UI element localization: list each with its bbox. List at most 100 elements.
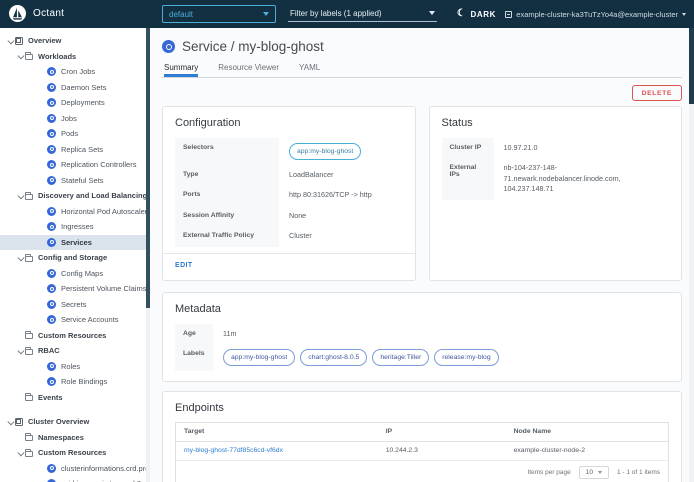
sidebar-item-jobs[interactable]: Jobs [0,111,150,127]
label-tag[interactable]: chart:ghost-8.0.5 [300,349,367,366]
kv-row: External Traffic Policy Cluster [175,226,403,246]
sidebar-item-horizontal-pod-autoscalers[interactable]: Horizontal Pod Autoscalers [0,204,150,220]
app-name: Octant [33,8,64,19]
kv-value: LoadBalancer [279,165,403,185]
sidebar-item-workloads[interactable]: Workloads [0,49,150,65]
sidebar-item-label: clusterinformations.crd.projec [61,464,150,473]
resource-icon [47,300,56,309]
kv-key: External IPs [442,158,494,199]
chevron-down-icon[interactable] [15,194,25,199]
sidebar-item-overview[interactable]: Overview [0,33,150,49]
chevron-down-icon[interactable] [15,54,25,59]
kv-key: Session Affinity [175,206,279,226]
sidebar-item-label: Config and Storage [38,253,107,262]
resource-icon [47,83,56,92]
edit-link[interactable]: EDIT [175,262,193,269]
cluster-context-label: example-cluster-ka3TuTzYo4a@example-clus… [516,10,678,19]
page-size-select[interactable]: 10 [579,466,609,479]
sidebar: Overview Workloads Cron Jobs Daemon Sets… [0,28,150,482]
sidebar-item-label: Discovery and Load Balancing [38,191,147,200]
sidebar-item-label: Config Maps [61,269,103,278]
endpoints-table-header: TargetIPNode Name [176,423,668,442]
folder-icon [25,54,33,60]
folder-icon [25,451,33,457]
resource-icon [47,176,56,185]
dark-mode-toggle[interactable]: ☾ DARK [457,0,496,28]
namespace-dropdown[interactable]: default [162,5,276,23]
chevron-down-icon[interactable] [15,451,25,456]
sidebar-item-secrets[interactable]: Secrets [0,297,150,313]
resource-icon [47,377,56,386]
sidebar-item-service-accounts[interactable]: Service Accounts [0,312,150,328]
tab-summary[interactable]: Summary [164,63,198,77]
sidebar-item-pods[interactable]: Pods [0,126,150,142]
table-cell: example-cluster-node-2 [506,442,668,460]
app-header: Octant default Filter by labels (1 appli… [0,0,694,28]
sidebar-item-role-bindings[interactable]: Role Bindings [0,374,150,390]
resource-icon [47,315,56,324]
configuration-title: Configuration [175,117,403,129]
column-header-target: Target [176,423,378,441]
main-scrollbar-thumb[interactable] [689,28,694,104]
sidebar-item-config-and-storage[interactable]: Config and Storage [0,250,150,266]
kv-key: Labels [175,344,213,371]
sidebar-item-label: Deployments [61,98,105,107]
sidebar-item-csidrivers-csi-storage-k8s-io[interactable]: csidrivers.csi.storage.k8s.io [0,476,150,482]
selector-tag[interactable]: app:my-blog-ghost [289,143,361,160]
endpoint-link[interactable]: my-blog-ghost-77df85c6cd-vf6dx [176,442,378,460]
sidebar-item-clusterinformations-crd-projec[interactable]: clusterinformations.crd.projec [0,461,150,477]
sidebar-item-replica-sets[interactable]: Replica Sets [0,142,150,158]
sidebar-item-custom-resources[interactable]: Custom Resources [0,328,150,344]
sidebar-item-stateful-sets[interactable]: Stateful Sets [0,173,150,189]
sidebar-item-deployments[interactable]: Deployments [0,95,150,111]
sidebar-item-cron-jobs[interactable]: Cron Jobs [0,64,150,80]
chevron-down-icon [429,11,435,15]
tab-resource-viewer[interactable]: Resource Viewer [218,63,279,77]
sidebar-item-services[interactable]: Services [0,235,150,251]
resource-icon [47,207,56,216]
tab-yaml[interactable]: YAML [299,63,320,77]
label-tag[interactable]: release:my-blog [434,349,498,366]
sidebar-item-roles[interactable]: Roles [0,359,150,375]
sidebar-item-label: Secrets [61,300,86,309]
sidebar-item-events[interactable]: Events [0,390,150,406]
status-title: Status [442,117,670,129]
kv-key: Cluster IP [442,138,494,158]
sidebar-item-custom-resources[interactable]: Custom Resources [0,445,150,461]
app-icon [15,37,23,45]
chevron-down-icon[interactable] [15,256,25,261]
app-icon [15,418,23,426]
metadata-table: Age 11m Labels app:my-blog-ghostchart:gh… [175,324,669,371]
label-filter[interactable]: Filter by labels (1 applied) [288,5,437,22]
cluster-icon [505,11,512,18]
metadata-title: Metadata [175,303,669,315]
folder-icon [25,333,33,339]
chevron-down-icon[interactable] [5,420,15,425]
sidebar-item-replication-controllers[interactable]: Replication Controllers [0,157,150,173]
column-header-ip: IP [378,423,506,441]
main-scrollbar[interactable] [689,28,694,482]
label-tag[interactable]: heritage:Tiller [372,349,429,366]
resource-icon [47,129,56,138]
delete-button[interactable]: DELETE [632,85,682,101]
cluster-context-dropdown[interactable]: example-cluster-ka3TuTzYo4a@example-clus… [505,0,686,28]
chevron-down-icon[interactable] [15,349,25,354]
sidebar-item-label: Custom Resources [38,331,106,340]
sidebar-item-config-maps[interactable]: Config Maps [0,266,150,282]
sidebar-item-rbac[interactable]: RBAC [0,343,150,359]
chevron-down-icon[interactable] [5,39,15,44]
configuration-card: Configuration Selectors app:my-blog-ghos… [162,106,416,281]
sidebar-item-label: Services [61,238,92,247]
label-tag[interactable]: app:my-blog-ghost [223,349,295,366]
kv-value: 10.97.21.0 [494,138,670,158]
main-content: Service / my-blog-ghost SummaryResource … [150,28,694,482]
kv-key: Ports [175,185,279,205]
sidebar-item-ingresses[interactable]: Ingresses [0,219,150,235]
sidebar-item-daemon-sets[interactable]: Daemon Sets [0,80,150,96]
divider [163,253,415,254]
metadata-card: Metadata Age 11m Labels app:my-blog-ghos… [162,292,682,382]
sidebar-item-cluster-overview[interactable]: Cluster Overview [0,414,150,430]
sidebar-item-discovery-and-load-balancing[interactable]: Discovery and Load Balancing [0,188,150,204]
sidebar-item-namespaces[interactable]: Namespaces [0,430,150,446]
sidebar-item-persistent-volume-claims[interactable]: Persistent Volume Claims [0,281,150,297]
